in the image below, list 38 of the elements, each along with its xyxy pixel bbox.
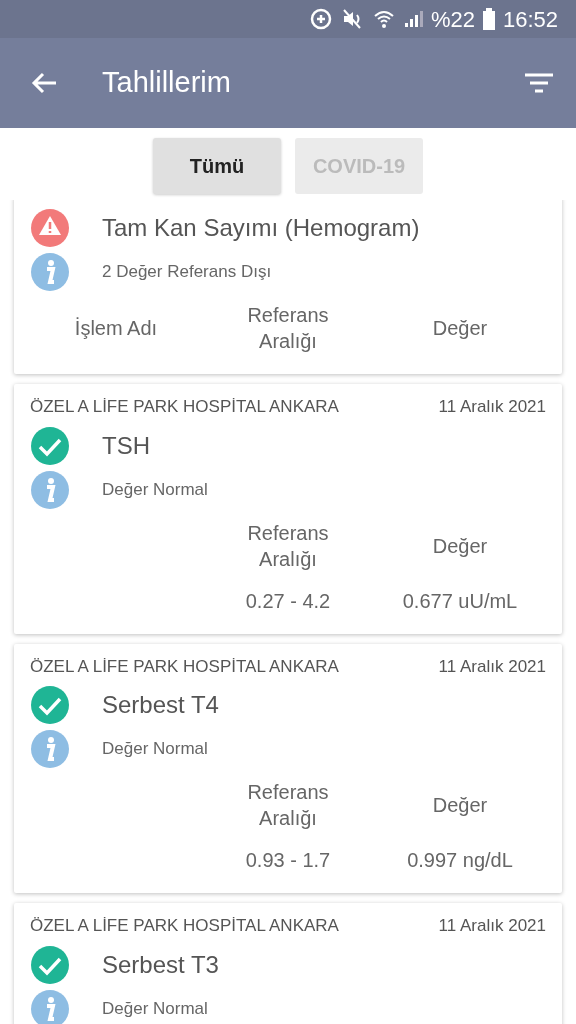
column-header: Referans Aralığı [246, 520, 330, 572]
value-cell-text: 0.93 - 1.7 [245, 848, 331, 873]
wifi-icon [372, 8, 395, 30]
hospital-name: ÖZEL A LİFE PARK HOSPİTAL ANKARA [30, 396, 339, 418]
column-header: Değer [432, 793, 488, 818]
battery-icon [482, 8, 495, 30]
info-icon [30, 729, 70, 769]
result-date: 11 Aralık 2021 [438, 396, 546, 418]
clock-time: 16:52 [502, 5, 558, 34]
result-date: 11 Aralık 2021 [438, 655, 546, 678]
test-name: TSH [102, 430, 150, 461]
column-header: Referans Aralığı [246, 303, 330, 354]
value-cell-text: 0.27 - 4.2 [245, 588, 331, 614]
screen-title: Tahlillerim [102, 65, 232, 101]
hospital-name: ÖZEL A LİFE PARK HOSPİTAL ANKARA [30, 915, 339, 937]
test-name: Tam Kan Sayımı (Hemogram) [102, 213, 420, 243]
filter-tab[interactable]: Tümü [153, 138, 281, 194]
filter-icon[interactable] [524, 72, 554, 94]
hospital-name: ÖZEL A LİFE PARK HOSPİTAL ANKARA [30, 655, 339, 678]
column-header: Referans Aralığı [246, 780, 330, 831]
battery-level: %22 [430, 5, 475, 34]
result-note: Değer Normal [102, 997, 208, 1020]
column-header: Değer [432, 533, 488, 559]
data-saver-icon [308, 7, 333, 31]
column-header: İşlem Adı [74, 316, 158, 341]
signal-icon [402, 9, 423, 29]
info-icon [30, 252, 70, 292]
column-header: Değer [432, 316, 488, 341]
test-name: Serbest T4 [102, 690, 219, 720]
result-note: Değer Normal [102, 738, 208, 761]
value-cell-text: 0.677 uU/mL [402, 588, 518, 614]
info-icon [30, 469, 70, 510]
result-date: 11 Aralık 2021 [438, 915, 546, 937]
result-note: 2 Değer Referans Dışı [102, 261, 272, 284]
result-note: Değer Normal [102, 478, 208, 501]
test-name: Serbest T3 [102, 949, 219, 980]
value-cell-text: 0.997 ng/dL [407, 848, 513, 873]
back-arrow-icon[interactable] [30, 71, 58, 95]
